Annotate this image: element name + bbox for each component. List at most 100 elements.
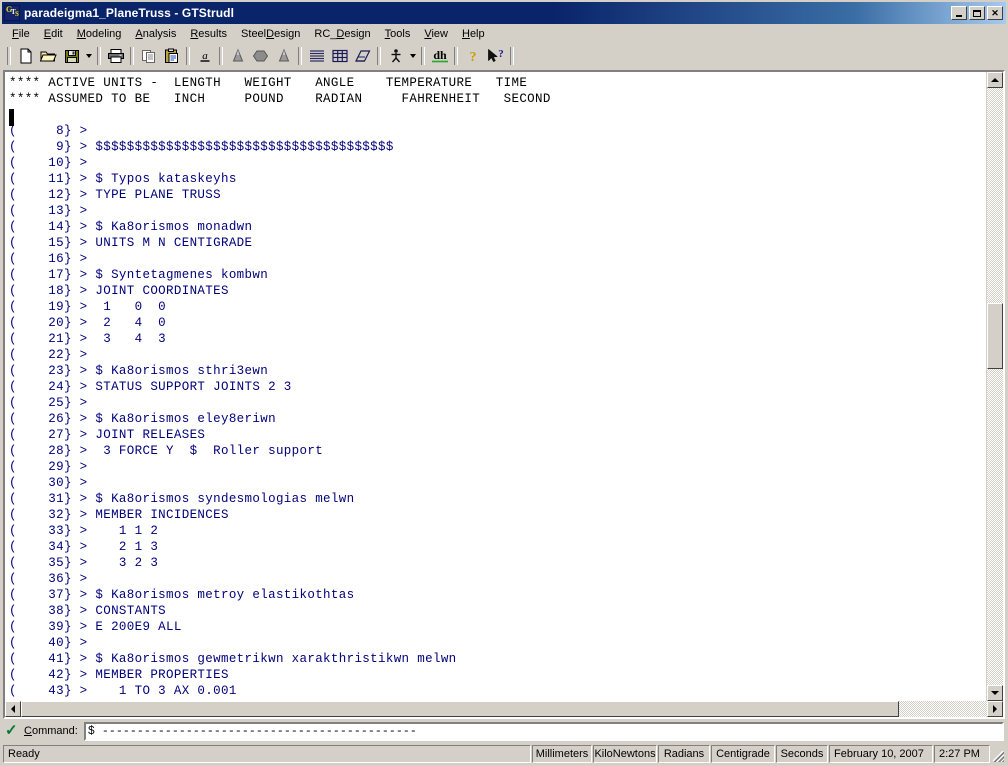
- dh-underline-icon[interactable]: dh: [428, 45, 451, 67]
- save-dropdown-arrow[interactable]: [83, 45, 94, 67]
- status-force-units[interactable]: KiloNewtons: [593, 745, 657, 763]
- svg-text:?: ?: [469, 50, 476, 64]
- horizontal-scroll-thumb[interactable]: [21, 701, 900, 717]
- command-input-value: $ --------------------------------------…: [87, 724, 417, 738]
- menu-help[interactable]: Help: [455, 26, 492, 42]
- output-line: ( 28} > 3 FORCE Y $ Roller support: [9, 444, 324, 458]
- green-check-icon[interactable]: [4, 721, 20, 739]
- output-line: ( 32} > MEMBER INCIDENCES: [9, 508, 229, 522]
- output-line: ( 13} >: [9, 204, 96, 218]
- output-line: ( 43} > 1 TO 3 AX 0.001: [9, 684, 237, 698]
- toolbar-separator: [421, 47, 425, 65]
- save-disk-icon[interactable]: [60, 45, 83, 67]
- horizontal-scrollbar[interactable]: [5, 701, 1003, 717]
- output-line: ( 9} > $$$$$$$$$$$$$$$$$$$$$$$$$$$$$$$$$…: [9, 140, 394, 154]
- resize-grip[interactable]: [991, 745, 1005, 763]
- output-line: ( 29} >: [9, 460, 96, 474]
- svg-text:dh: dh: [433, 48, 447, 62]
- status-time-units[interactable]: Seconds: [776, 745, 828, 763]
- scroll-up-button[interactable]: [987, 72, 1003, 88]
- scroll-down-button[interactable]: [987, 685, 1003, 701]
- font-a-icon[interactable]: a: [193, 45, 216, 67]
- output-line: ( 40} >: [9, 636, 96, 650]
- new-icon[interactable]: [14, 45, 37, 67]
- model-left-icon[interactable]: [226, 45, 249, 67]
- context-help-icon[interactable]: ?: [484, 45, 507, 67]
- output-line: ( 15} > UNITS M N CENTIGRADE: [9, 236, 253, 250]
- output-line: ( 12} > TYPE PLANE TRUSS: [9, 188, 221, 202]
- output-line: ( 11} > $ Typos kataskeyhs: [9, 172, 237, 186]
- paste-icon[interactable]: [160, 45, 183, 67]
- stickman-dropdown-arrow[interactable]: [407, 45, 418, 67]
- menu-analysis[interactable]: Analysis: [128, 26, 183, 42]
- menu-edit[interactable]: Edit: [37, 26, 70, 42]
- vertical-scrollbar[interactable]: [986, 72, 1003, 701]
- output-line: ( 18} > JOINT COORDINATES: [9, 284, 229, 298]
- scroll-left-button[interactable]: [5, 701, 21, 717]
- svg-text:a: a: [202, 50, 208, 62]
- output-line: ( 16} >: [9, 252, 96, 266]
- output-spacer-line: [9, 107, 986, 123]
- output-line: ( 36} >: [9, 572, 96, 586]
- toolbar-separator: [7, 47, 11, 65]
- command-bar: Command: $ -----------------------------…: [1, 719, 1007, 743]
- menu-tools[interactable]: Tools: [378, 26, 418, 42]
- menu-view[interactable]: View: [417, 26, 455, 42]
- scroll-right-button[interactable]: [987, 701, 1003, 717]
- window-controls: [951, 6, 1004, 20]
- menu-modeling[interactable]: Modeling: [70, 26, 129, 42]
- output-header-line: **** ASSUMED TO BE INCH POUND RADIAN FAH…: [9, 92, 551, 106]
- open-folder-icon[interactable]: [37, 45, 60, 67]
- status-bar: Ready Millimeters KiloNewtons Radians Ce…: [1, 743, 1007, 765]
- lines-list-icon[interactable]: [305, 45, 328, 67]
- status-ready: Ready: [3, 745, 531, 763]
- output-line: ( 8} >: [9, 124, 96, 138]
- menu-results[interactable]: Results: [183, 26, 234, 42]
- output-line: ( 20} > 2 4 0: [9, 316, 167, 330]
- toolbar-separator: [454, 47, 458, 65]
- menu-steeldesign[interactable]: SteelDesign: [234, 26, 307, 42]
- svg-text:?: ?: [498, 48, 504, 60]
- vertical-scroll-track[interactable]: [987, 88, 1003, 685]
- solid-shape-icon[interactable]: [249, 45, 272, 67]
- copy-icon[interactable]: [137, 45, 160, 67]
- geometry-icon[interactable]: [351, 45, 374, 67]
- output-line: ( 41} > $ Ka8orismos gewmetrikwn xarakth…: [9, 652, 457, 666]
- output-line: ( 19} > 1 0 0: [9, 300, 167, 314]
- status-angle-units[interactable]: Radians: [658, 745, 710, 763]
- command-input[interactable]: $ --------------------------------------…: [83, 721, 1004, 741]
- menu-rc-design[interactable]: RC_Design: [307, 26, 377, 42]
- output-line: ( 25} >: [9, 396, 96, 410]
- gtstrudl-icon: GTS: [4, 5, 20, 21]
- output-line: ( 34} > 2 1 3: [9, 540, 159, 554]
- output-line: ( 17} > $ Syntetagmenes kombwn: [9, 268, 269, 282]
- output-line: ( 27} > JOINT RELEASES: [9, 428, 206, 442]
- toolbar-separator: [130, 47, 134, 65]
- output-line: ( 26} > $ Ka8orismos eley8eriwn: [9, 412, 276, 426]
- minimize-button[interactable]: [951, 6, 967, 20]
- vertical-scroll-thumb[interactable]: [987, 302, 1003, 369]
- help-question-icon[interactable]: ?: [461, 45, 484, 67]
- maximize-button[interactable]: [969, 6, 985, 20]
- close-button[interactable]: [987, 6, 1003, 20]
- output-line: ( 39} > E 200E9 ALL: [9, 620, 182, 634]
- output-text-pane[interactable]: **** ACTIVE UNITS - LENGTH WEIGHT ANGLE …: [5, 72, 986, 701]
- window-title: paradeigma1_PlaneTruss - GTStrudl: [24, 6, 235, 20]
- menu-bar: File Edit Modeling Analysis Results Stee…: [1, 24, 1007, 43]
- text-caret: [9, 109, 14, 126]
- output-line: ( 30} >: [9, 476, 96, 490]
- application-window: GTS paradeigma1_PlaneTruss - GTStrudl Fi…: [0, 0, 1008, 766]
- output-header-line: **** ACTIVE UNITS - LENGTH WEIGHT ANGLE …: [9, 76, 528, 90]
- toolbar-separator: [186, 47, 190, 65]
- menu-file[interactable]: File: [5, 26, 37, 42]
- title-bar[interactable]: GTS paradeigma1_PlaneTruss - GTStrudl: [2, 2, 1006, 24]
- output-line: ( 24} > STATUS SUPPORT JOINTS 2 3: [9, 380, 292, 394]
- model-right-icon[interactable]: [272, 45, 295, 67]
- table-grid-icon[interactable]: [328, 45, 351, 67]
- output-line: ( 22} >: [9, 348, 96, 362]
- print-icon[interactable]: [104, 45, 127, 67]
- stickman-icon[interactable]: [384, 45, 407, 67]
- status-temperature-units[interactable]: Centigrade: [711, 745, 775, 763]
- status-length-units[interactable]: Millimeters: [532, 745, 592, 763]
- output-line: ( 38} > CONSTANTS: [9, 604, 167, 618]
